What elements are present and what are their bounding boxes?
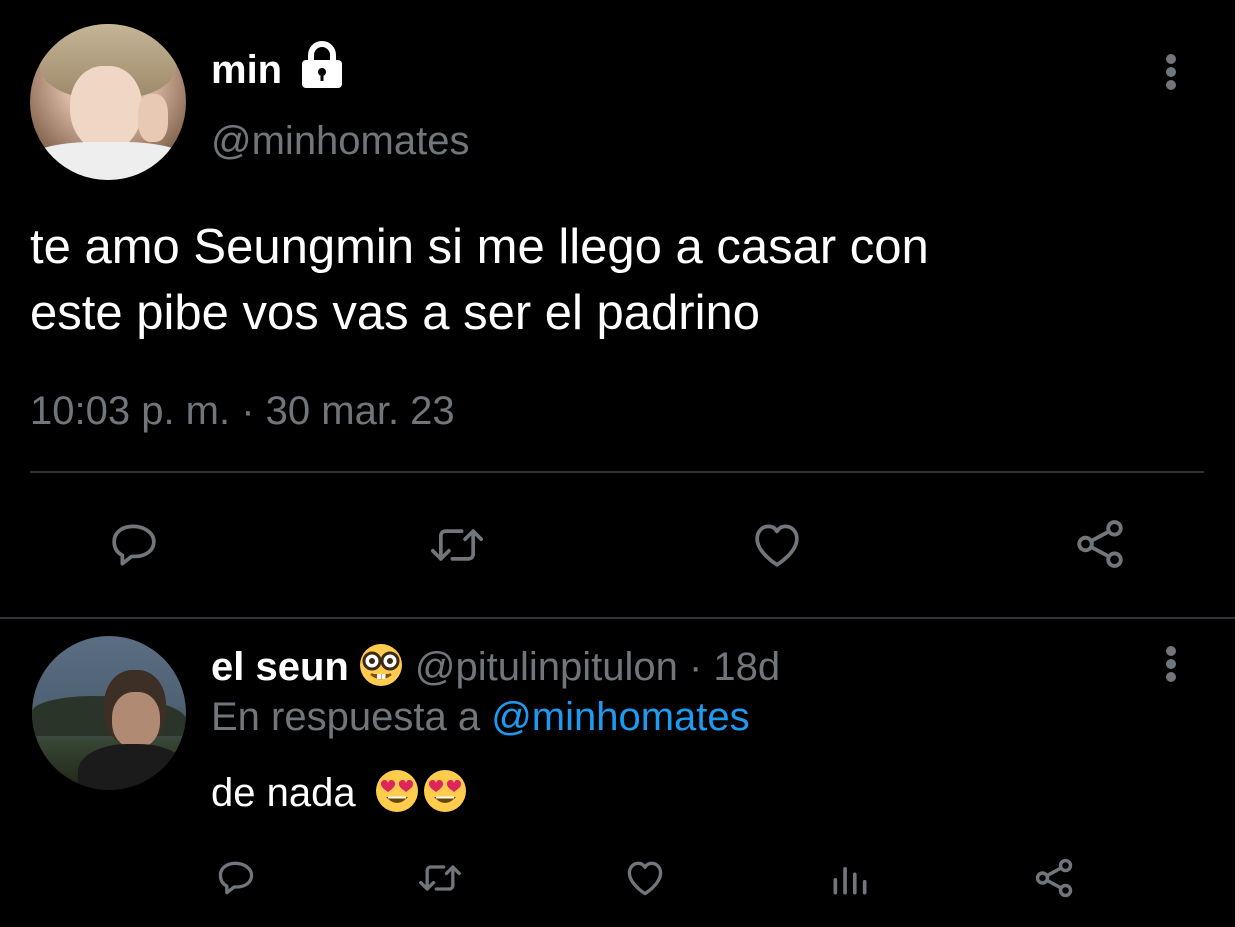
like-button[interactable] bbox=[746, 516, 808, 574]
reply-context-prefix: En respuesta a bbox=[211, 695, 481, 739]
author-handle[interactable]: @minhomates bbox=[211, 118, 469, 164]
reply-author-display-name[interactable]: el seun bbox=[211, 645, 349, 689]
views-icon bbox=[833, 867, 867, 895]
author-display-name[interactable]: min bbox=[211, 48, 282, 92]
reply-icon bbox=[218, 861, 254, 895]
lock-icon bbox=[302, 41, 342, 88]
reply-reply-button[interactable] bbox=[214, 856, 258, 900]
reply-author-handle[interactable]: @pitulinpitulon bbox=[415, 645, 678, 689]
reply-header: el seun @pitulinpitulon · 18d bbox=[211, 640, 780, 689]
author-avatar[interactable] bbox=[30, 24, 186, 180]
retweet-button[interactable] bbox=[424, 516, 490, 574]
reply-retweet-button[interactable] bbox=[414, 856, 466, 900]
reply-views-button[interactable] bbox=[828, 856, 872, 900]
tweet-text: te amo Seungmin si me llego a casar con … bbox=[30, 220, 929, 340]
reply-like-button[interactable] bbox=[622, 856, 668, 900]
share-icon bbox=[1035, 858, 1073, 898]
heart-eyes-emoji bbox=[375, 770, 418, 812]
reply-separator: · bbox=[688, 645, 703, 689]
retweet-icon bbox=[430, 529, 484, 561]
divider bbox=[30, 471, 1204, 473]
reply-text-content: de nada bbox=[211, 771, 356, 815]
reply-age[interactable]: 18d bbox=[713, 645, 780, 689]
tweet-timestamp[interactable]: 10:03 p. m. · 30 mar. 23 bbox=[30, 388, 455, 434]
reply-more-icon[interactable] bbox=[1165, 646, 1177, 686]
nerd-face-emoji bbox=[359, 644, 402, 686]
main-tweet: min @minhomates te amo Seungmin si me ll… bbox=[0, 0, 1235, 618]
reply-author-avatar[interactable] bbox=[32, 636, 186, 790]
reply-context: En respuesta a @minhomates bbox=[211, 694, 750, 740]
reply-mention-link[interactable]: @minhomates bbox=[491, 695, 749, 739]
share-button[interactable] bbox=[1070, 514, 1130, 574]
retweet-icon bbox=[419, 865, 461, 891]
more-icon[interactable] bbox=[1165, 54, 1177, 94]
reply-button[interactable] bbox=[104, 516, 164, 574]
like-icon bbox=[627, 861, 663, 896]
heart-eyes-emoji bbox=[423, 770, 466, 812]
reply-icon bbox=[112, 524, 156, 566]
section-divider bbox=[0, 617, 1235, 619]
reply-text: de nada bbox=[211, 766, 469, 817]
share-icon bbox=[1077, 520, 1123, 568]
reply-share-button[interactable] bbox=[1030, 854, 1078, 902]
like-icon bbox=[755, 524, 799, 567]
